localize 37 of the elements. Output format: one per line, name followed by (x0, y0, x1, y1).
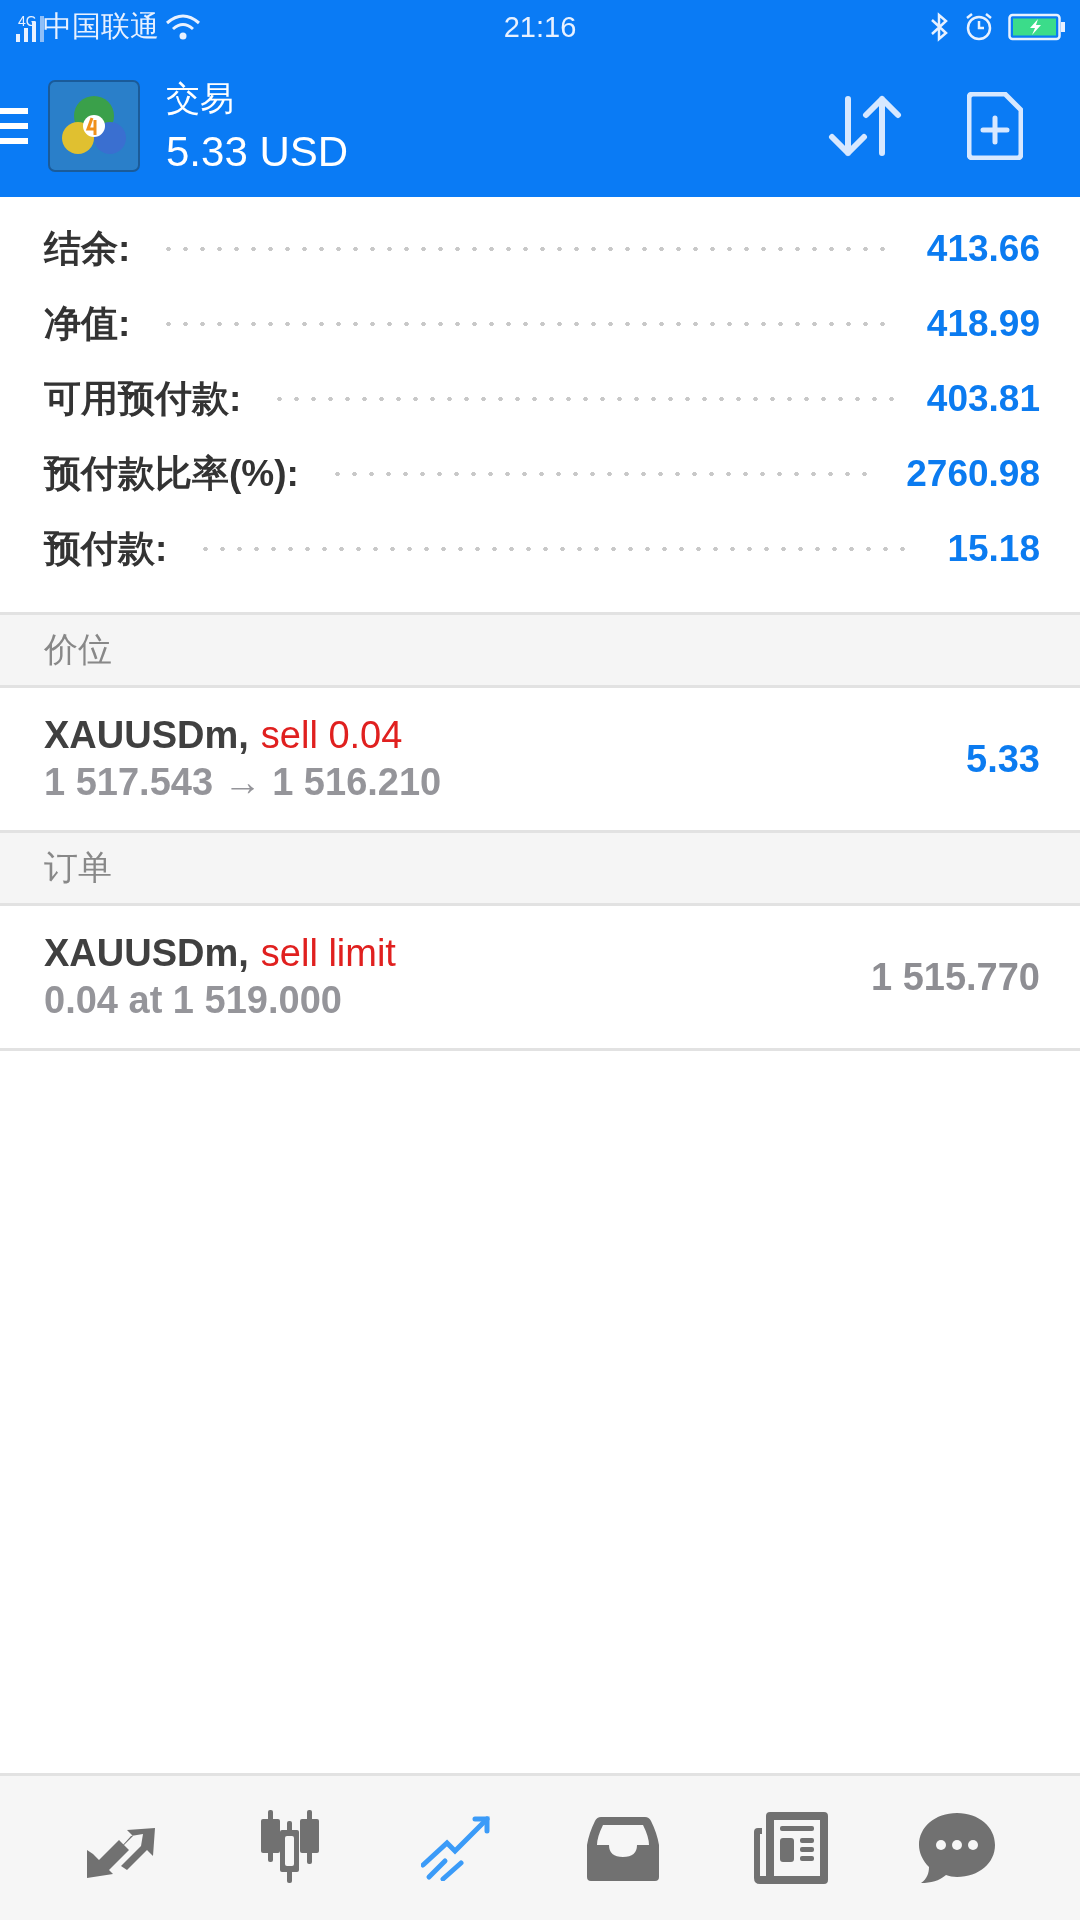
wifi-icon (164, 13, 201, 41)
summary-value: 418.99 (926, 302, 1040, 345)
app-logo-icon (48, 79, 140, 172)
summary-label: 预付款比率(%): (44, 451, 299, 496)
summary-value: 403.81 (926, 377, 1040, 420)
summary-label: 结余: (44, 226, 131, 271)
sort-arrows-icon (828, 94, 902, 157)
symbol-name: XAUUSDm, (44, 714, 249, 757)
battery-icon (1008, 13, 1066, 41)
clock-time: 21:16 (503, 10, 577, 44)
summary-label: 预付款: (44, 526, 168, 571)
trend-up-icon (420, 1815, 493, 1881)
current-price: 1 515.770 (870, 955, 1040, 999)
summary-value: 413.66 (926, 227, 1040, 270)
carrier-name: 中国联通 (42, 9, 159, 44)
order-type: sell 0.04 (260, 714, 403, 757)
menu-icon[interactable] (0, 107, 28, 144)
chat-bubble-icon (918, 1813, 995, 1883)
account-profit: 5.33 USD (166, 127, 350, 176)
newspaper-icon (751, 1812, 828, 1884)
section-header: 价位 (44, 629, 112, 670)
order-row[interactable]: XAUUSDm, sell limit 0.04 at 1 519.000 1 515.770 (0, 906, 1080, 1051)
summary-label: 净值: (44, 301, 131, 346)
screen-title: 交易 (166, 77, 235, 119)
inbox-icon (587, 1815, 660, 1881)
alarm-clock-icon (964, 12, 994, 42)
symbol-name: XAUUSDm, (44, 932, 249, 975)
section-header: 订单 (44, 847, 112, 888)
add-document-icon (967, 91, 1023, 160)
bluetooth-icon (930, 12, 950, 42)
summary-value: 15.18 (947, 527, 1040, 570)
summary-label: 可用预付款: (44, 376, 242, 421)
summary-value: 2760.98 (906, 452, 1040, 495)
profit-value: 5.33 (966, 737, 1040, 781)
price-detail: 1 517.543 → 1 516.210 (44, 761, 443, 804)
order-type: sell limit (260, 932, 396, 975)
price-detail: 0.04 at 1 519.000 (44, 979, 343, 1022)
